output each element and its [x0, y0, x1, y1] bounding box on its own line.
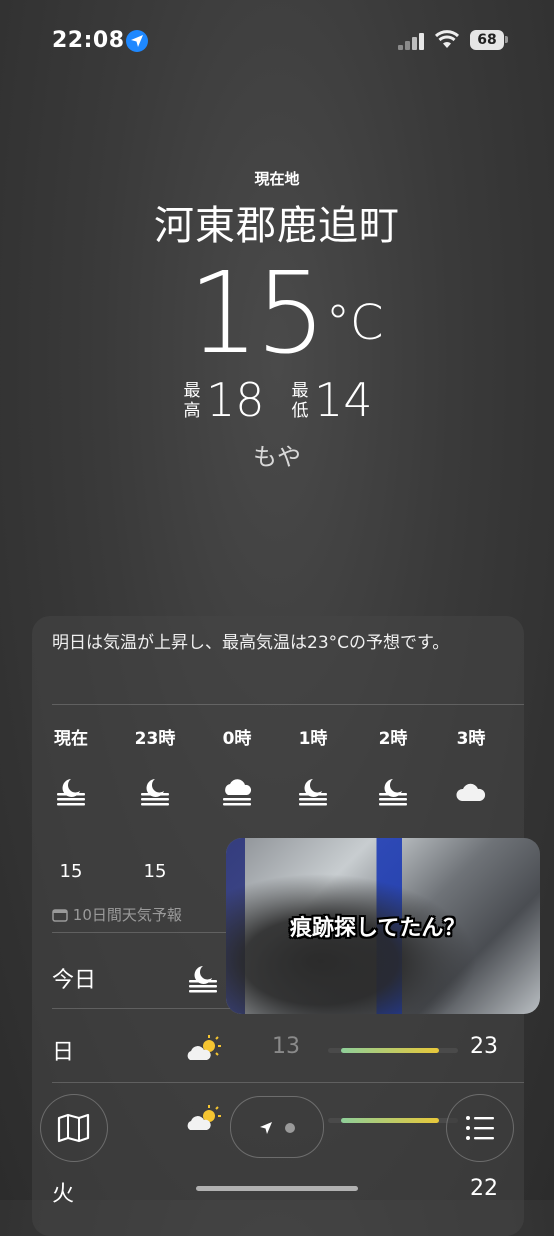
range-fill — [341, 1048, 439, 1053]
ten-day-header: 10日間天気予報 — [52, 904, 182, 925]
cellular-signal-icon — [398, 32, 426, 50]
hour-temp: 15 — [143, 861, 167, 882]
video-caption: 痕跡探してたん？ — [290, 915, 466, 941]
location-arrow-icon — [260, 1122, 272, 1134]
city-name: 河東郡鹿追町 — [154, 203, 400, 249]
cloud-fog-icon — [202, 775, 272, 811]
temperature-range-bar — [328, 1048, 458, 1053]
page-dot — [285, 1123, 295, 1133]
day-name: 火 — [52, 1182, 75, 1207]
wifi-icon — [434, 30, 460, 48]
hour-label: 3時 — [456, 729, 486, 749]
fog-moon-icon — [36, 775, 106, 811]
hour-label: 現在 — [54, 729, 88, 749]
low-label: 最低 — [291, 381, 309, 421]
daily-row[interactable]: 日 13 23 — [52, 1024, 507, 1074]
daily-row[interactable]: 火 22 — [52, 1166, 507, 1216]
temperature-row: 15 °C — [0, 249, 554, 379]
location-label: 現在地 — [254, 170, 300, 188]
divider — [52, 1082, 524, 1083]
map-icon — [57, 1113, 90, 1143]
hour-temp: 15 — [59, 861, 83, 882]
calendar-icon — [52, 909, 68, 922]
status-time: 22:08 — [52, 28, 125, 53]
hour-label: 0時 — [222, 729, 252, 749]
fog-moon-icon — [358, 775, 428, 811]
hourly-item: 現在 15 — [36, 724, 106, 882]
fog-moon-icon — [186, 962, 220, 1000]
status-bar: 22:08 68 — [0, 28, 554, 58]
temperature-unit: °C — [326, 295, 384, 351]
cloud-icon — [436, 775, 506, 811]
day-high: 23 — [470, 1034, 498, 1059]
location-pager[interactable] — [230, 1096, 324, 1158]
hourly-item: 2時 — [358, 724, 428, 811]
list-button[interactable] — [446, 1094, 514, 1162]
hour-label: 23時 — [134, 729, 176, 749]
day-name: 日 — [52, 1040, 75, 1065]
high-label: 最高 — [183, 381, 201, 421]
divider — [52, 704, 524, 705]
hourly-item: 3時 — [436, 724, 506, 811]
day-low: 13 — [272, 1034, 300, 1059]
day-high: 22 — [470, 1176, 498, 1201]
hourly-item: 1時 — [278, 724, 348, 811]
battery-indicator: 68 — [470, 30, 504, 50]
hourly-item: 23時 15 — [120, 724, 190, 882]
map-button[interactable] — [40, 1094, 108, 1162]
high-temperature: 18 — [206, 373, 265, 427]
location-arrow-icon — [126, 30, 148, 52]
partly-cloudy-icon — [184, 1034, 224, 1068]
day-name: 今日 — [52, 968, 97, 993]
picture-in-picture-video[interactable]: 痕跡探してたん？ — [226, 838, 540, 1014]
low-temperature: 14 — [314, 373, 373, 427]
home-indicator — [196, 1186, 358, 1191]
current-temperature: 15 — [188, 249, 327, 379]
forecast-summary: 明日は気温が上昇し、最高気温は23°Cの予想です。 — [52, 633, 450, 653]
condition-text: もや — [253, 443, 301, 471]
high-low-row: 最高 18 最低 14 — [0, 373, 554, 431]
battery-tip — [505, 36, 508, 43]
list-icon — [466, 1116, 494, 1140]
bottom-toolbar — [0, 1090, 554, 1170]
hour-label: 1時 — [298, 729, 328, 749]
fog-moon-icon — [278, 775, 348, 811]
fog-moon-icon — [120, 775, 190, 811]
hour-label: 2時 — [378, 729, 408, 749]
current-weather: 現在地 河東郡鹿追町 15 °C 最高 18 最低 14 もや — [0, 168, 554, 472]
ten-day-title: 10日間天気予報 — [72, 906, 182, 924]
